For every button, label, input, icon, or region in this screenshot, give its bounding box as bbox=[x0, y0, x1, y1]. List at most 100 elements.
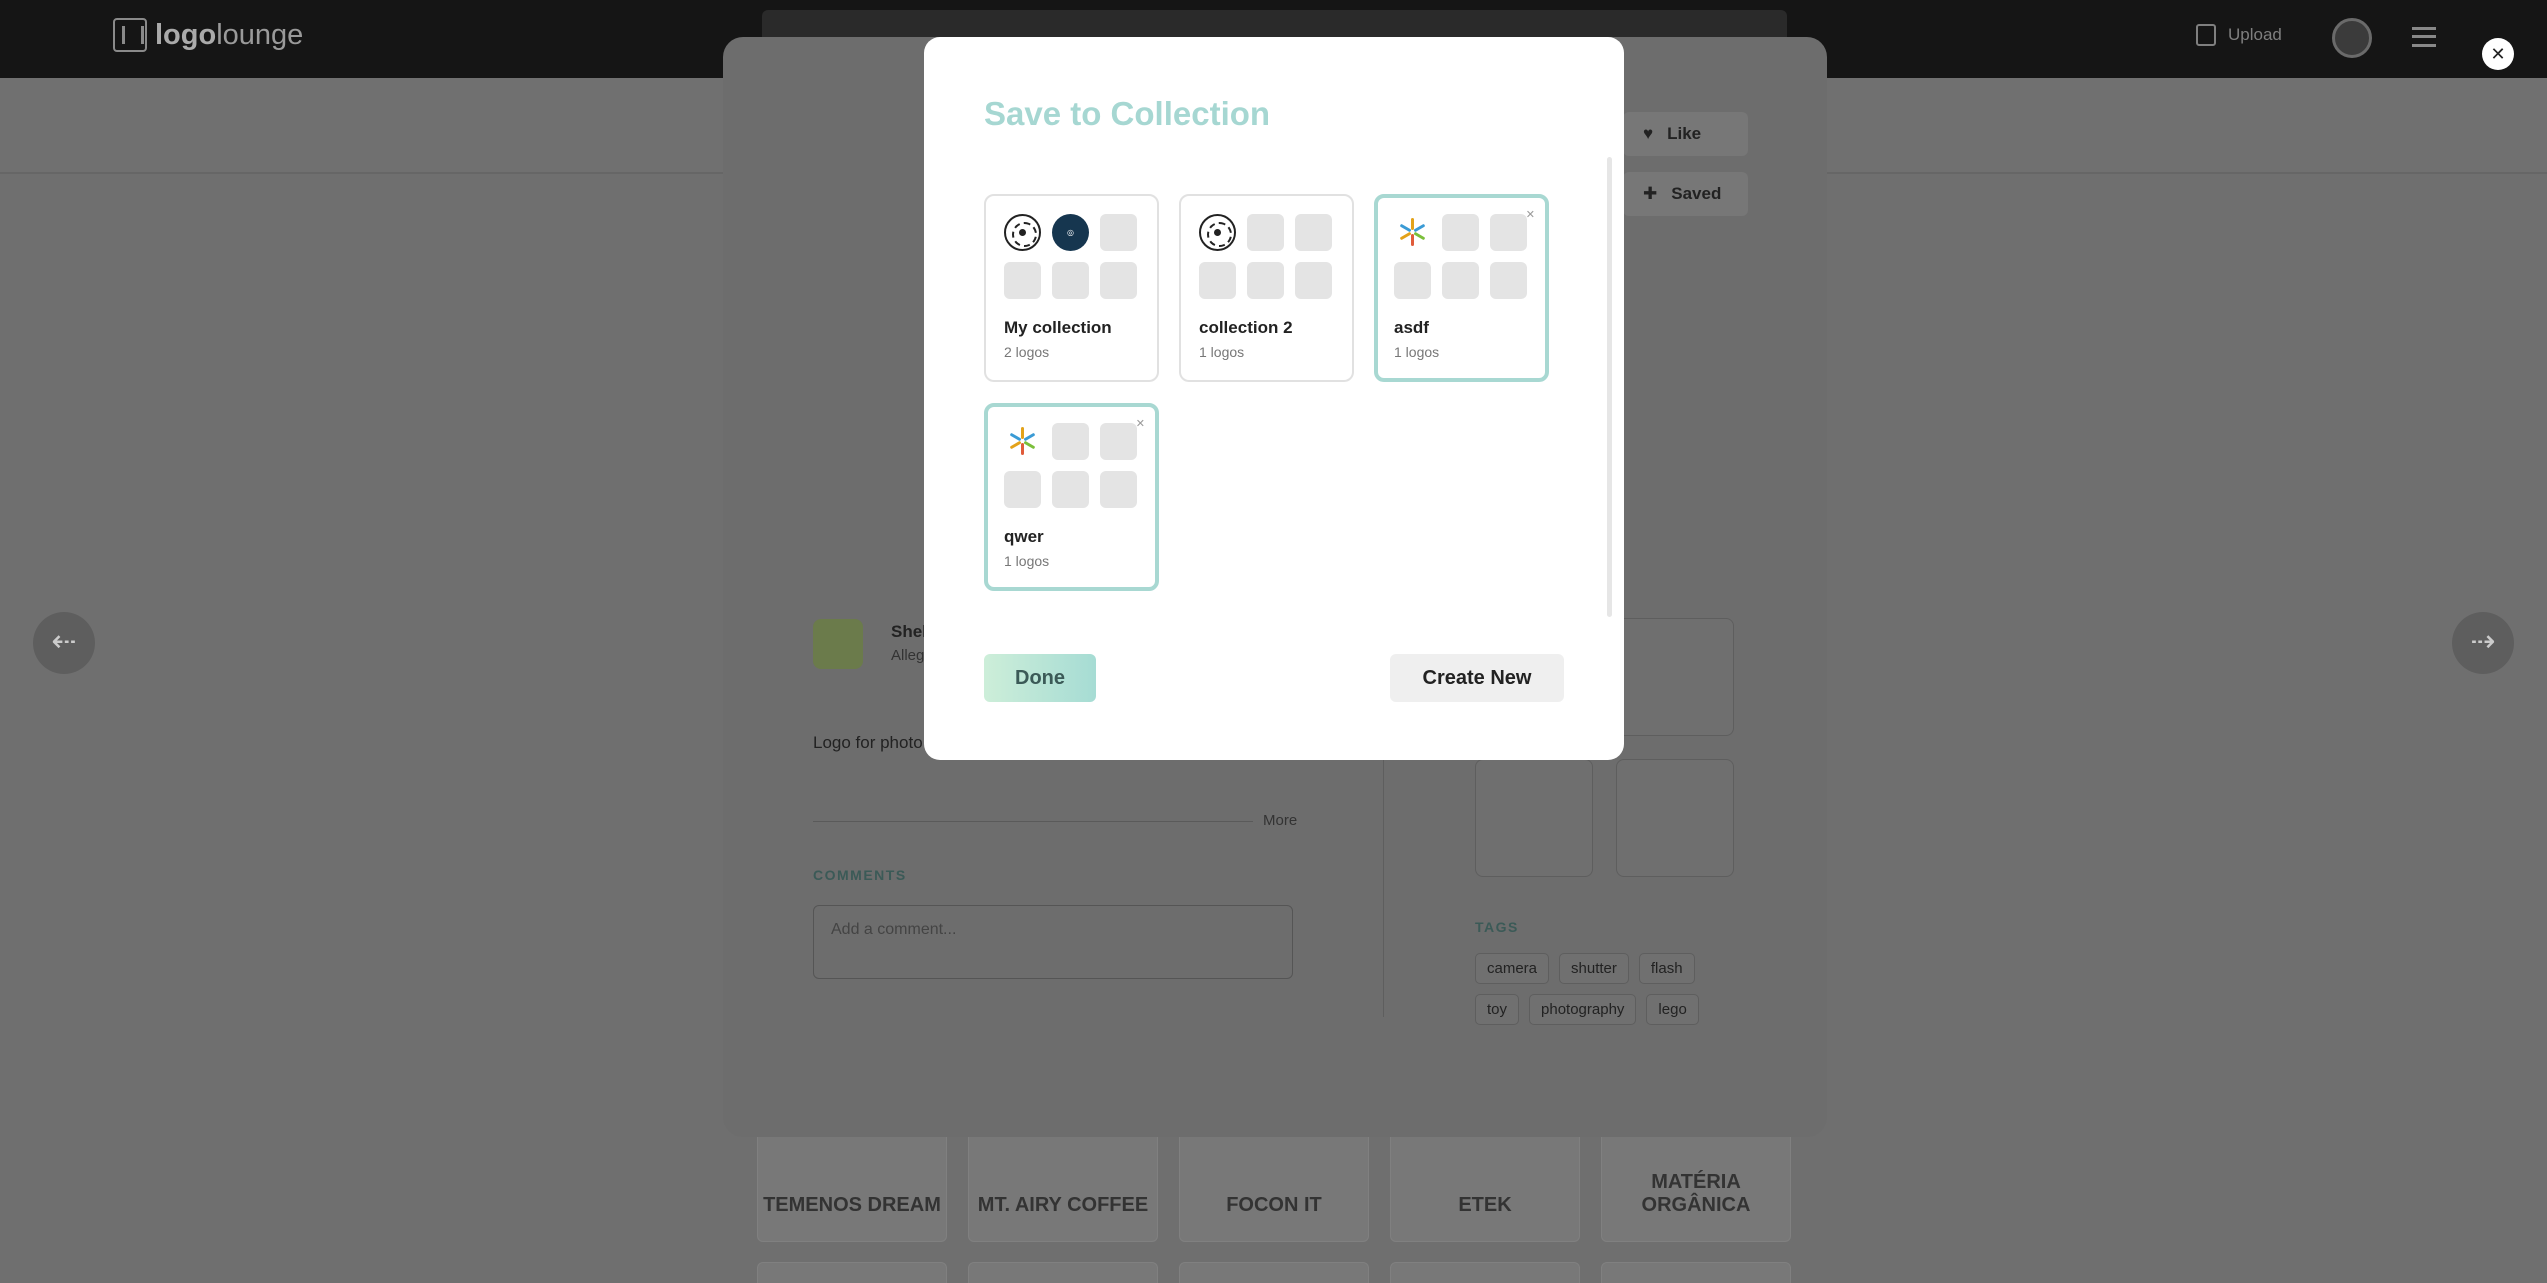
collection-name: collection 2 bbox=[1199, 318, 1293, 337]
saved-label: Saved bbox=[1671, 184, 1722, 203]
tag-chip[interactable]: shutter bbox=[1559, 953, 1629, 984]
spark-logo-thumb bbox=[1004, 423, 1041, 460]
empty-slot bbox=[1052, 423, 1089, 460]
saved-button[interactable]: ✚ Saved bbox=[1623, 172, 1748, 216]
collection-card-selected[interactable]: ✕ asdf 1 logos bbox=[1374, 194, 1549, 382]
empty-slot bbox=[1295, 214, 1332, 251]
remove-icon[interactable]: ✕ bbox=[1136, 417, 1145, 430]
next-arrow-icon[interactable]: ⇢ bbox=[2452, 612, 2514, 674]
logo-thumb bbox=[1199, 214, 1236, 251]
heart-icon: ♥ bbox=[1643, 124, 1654, 143]
gallery-card[interactable]: FOCON IT bbox=[1179, 1130, 1369, 1242]
tag-list: camera shutter flash toy photography leg… bbox=[1475, 953, 1735, 1025]
plus-icon: ✚ bbox=[1643, 184, 1658, 203]
empty-slot bbox=[1247, 262, 1284, 299]
related-logo-thumb[interactable] bbox=[1616, 618, 1734, 736]
empty-slot bbox=[1199, 262, 1236, 299]
user-avatar[interactable] bbox=[2332, 18, 2372, 58]
like-label: Like bbox=[1667, 124, 1702, 143]
gallery-row: TEMENOS DREAM MT. AIRY COFFEE FOCON IT E… bbox=[757, 1130, 1791, 1242]
gallery-card[interactable] bbox=[968, 1262, 1158, 1283]
designer-avatar[interactable] bbox=[813, 619, 863, 669]
gallery-card[interactable]: ETEK bbox=[1390, 1130, 1580, 1242]
collection-count: 1 logos bbox=[1004, 553, 1050, 569]
tag-chip[interactable]: camera bbox=[1475, 953, 1550, 984]
collection-count: 1 logos bbox=[1199, 344, 1245, 360]
collection-name: My collection bbox=[1004, 318, 1112, 337]
more-link[interactable]: More bbox=[1263, 812, 1297, 829]
empty-slot bbox=[1295, 262, 1332, 299]
empty-slot bbox=[1100, 214, 1137, 251]
related-logo-thumb[interactable] bbox=[1616, 759, 1734, 877]
site-logo[interactable]: logolounge bbox=[113, 18, 303, 52]
gallery-card[interactable] bbox=[757, 1262, 947, 1283]
empty-slot bbox=[1394, 262, 1431, 299]
comments-heading: COMMENTS bbox=[813, 867, 907, 883]
empty-slot bbox=[1004, 471, 1041, 508]
empty-slot bbox=[1004, 262, 1041, 299]
divider bbox=[813, 821, 1253, 822]
modal-title: Save to Collection bbox=[984, 95, 1271, 132]
collection-card[interactable]: ◎ My collection 2 logos bbox=[984, 194, 1159, 382]
gallery-card[interactable]: MATÉRIA ORGÂNICA bbox=[1601, 1130, 1791, 1242]
collection-preview bbox=[1394, 214, 1527, 299]
upload-label: Upload bbox=[2228, 25, 2282, 44]
hamburger-menu-icon[interactable] bbox=[2412, 27, 2436, 47]
upload-icon bbox=[2196, 24, 2216, 46]
like-button[interactable]: ♥ Like bbox=[1623, 112, 1748, 156]
gallery-card-label: ETEK bbox=[1458, 1194, 1512, 1216]
empty-slot bbox=[1100, 423, 1137, 460]
gallery-card-label: TEMENOS DREAM bbox=[763, 1194, 941, 1216]
gallery-card[interactable] bbox=[1179, 1262, 1369, 1283]
create-new-button[interactable]: Create New bbox=[1390, 654, 1564, 702]
collection-card[interactable]: collection 2 1 logos bbox=[1179, 194, 1354, 382]
done-button[interactable]: Done bbox=[984, 654, 1096, 702]
save-to-collection-modal: Save to Collection ◎ My collection 2 log… bbox=[924, 37, 1624, 760]
collection-preview bbox=[1199, 214, 1332, 299]
empty-slot bbox=[1490, 214, 1527, 251]
tag-chip[interactable]: photography bbox=[1529, 994, 1637, 1025]
empty-slot bbox=[1052, 471, 1089, 508]
designer-name[interactable]: Shel bbox=[891, 622, 927, 642]
previous-arrow-icon[interactable]: ⇠ bbox=[33, 612, 95, 674]
empty-slot bbox=[1247, 214, 1284, 251]
collection-count: 2 logos bbox=[1004, 344, 1050, 360]
gallery-card-label: MT. AIRY COFFEE bbox=[977, 1194, 1149, 1216]
tag-chip[interactable]: toy bbox=[1475, 994, 1520, 1025]
collection-count: 1 logos bbox=[1394, 344, 1440, 360]
logo-text-bold: logo bbox=[155, 18, 217, 51]
empty-slot bbox=[1100, 262, 1137, 299]
tag-chip[interactable]: lego bbox=[1646, 994, 1699, 1025]
tags-heading: TAGS bbox=[1475, 919, 1519, 935]
gallery-card[interactable]: MT. AIRY COFFEE bbox=[968, 1130, 1158, 1242]
comment-input[interactable]: Add a comment... bbox=[813, 905, 1293, 979]
gallery-card[interactable] bbox=[1390, 1262, 1580, 1283]
modal-scrollbar[interactable] bbox=[1607, 157, 1612, 617]
collection-card-selected[interactable]: ✕ qwer 1 logos bbox=[984, 403, 1159, 591]
collection-name: asdf bbox=[1394, 318, 1429, 337]
gallery-card-label: FOCON IT bbox=[1226, 1194, 1322, 1216]
gallery-card[interactable] bbox=[1601, 1262, 1791, 1283]
remove-icon[interactable]: ✕ bbox=[1526, 208, 1535, 221]
comment-placeholder: Add a comment... bbox=[831, 921, 957, 938]
logo-thumb bbox=[1004, 214, 1041, 251]
close-icon[interactable]: ✕ bbox=[2482, 38, 2514, 70]
tag-chip[interactable]: flash bbox=[1638, 953, 1695, 984]
related-logo-thumb[interactable] bbox=[1475, 759, 1593, 877]
empty-slot bbox=[1442, 214, 1479, 251]
collection-preview: ◎ bbox=[1004, 214, 1137, 299]
logo-mark-icon bbox=[113, 18, 147, 52]
empty-slot bbox=[1052, 262, 1089, 299]
gallery-card-label: MATÉRIA ORGÂNICA bbox=[1641, 1171, 1751, 1216]
empty-slot bbox=[1442, 262, 1479, 299]
upload-button[interactable]: Upload bbox=[2196, 24, 2282, 46]
collection-name: qwer bbox=[1004, 527, 1044, 546]
gallery-card[interactable]: TEMENOS DREAM bbox=[757, 1130, 947, 1242]
collection-preview bbox=[1004, 423, 1137, 508]
empty-slot bbox=[1490, 262, 1527, 299]
empty-slot bbox=[1100, 471, 1137, 508]
designer-subtitle: Alleg bbox=[891, 647, 925, 664]
logo-thumb: ◎ bbox=[1052, 214, 1089, 251]
gallery-row bbox=[757, 1262, 1791, 1283]
logo-text-light: lounge bbox=[216, 18, 304, 51]
